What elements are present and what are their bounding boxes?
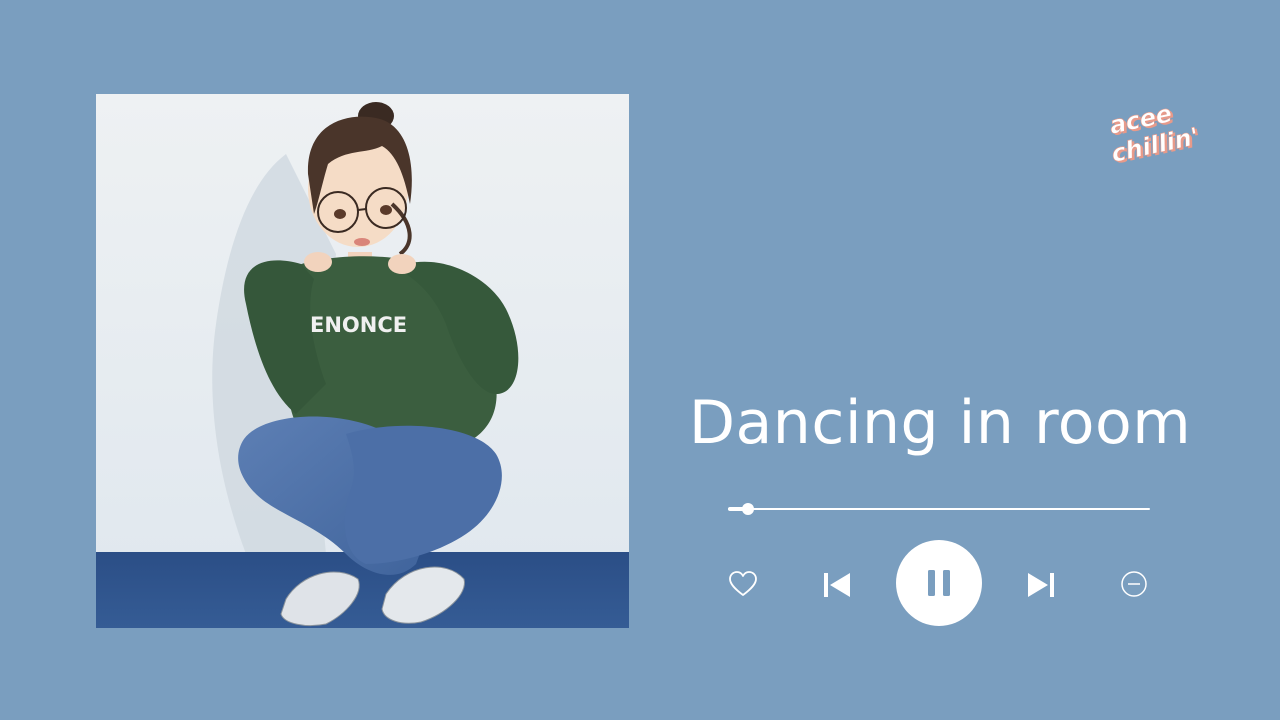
like-button[interactable] — [727, 568, 759, 600]
progress-knob[interactable] — [741, 503, 754, 515]
skip-previous-icon — [824, 573, 850, 597]
album-cover-illustration: ENONCE — [96, 94, 629, 628]
skip-next-icon — [1028, 573, 1054, 597]
next-button[interactable] — [1024, 568, 1058, 602]
channel-logo: acee acee chillin' chillin' — [1104, 96, 1214, 170]
progress-bar[interactable] — [728, 500, 1150, 518]
pause-icon — [928, 570, 950, 596]
song-title: Dancing in room — [688, 388, 1192, 458]
heart-outline-icon — [729, 571, 757, 596]
progress-track — [728, 508, 1150, 510]
minus-circle-icon — [1121, 571, 1147, 597]
remove-button[interactable] — [1118, 568, 1150, 600]
previous-button[interactable] — [820, 568, 854, 602]
sweater-text: ENONCE — [310, 313, 407, 337]
album-cover: ENONCE — [96, 94, 629, 628]
pause-button[interactable] — [896, 540, 982, 626]
channel-logo-mark: acee acee chillin' chillin' — [1107, 99, 1204, 170]
